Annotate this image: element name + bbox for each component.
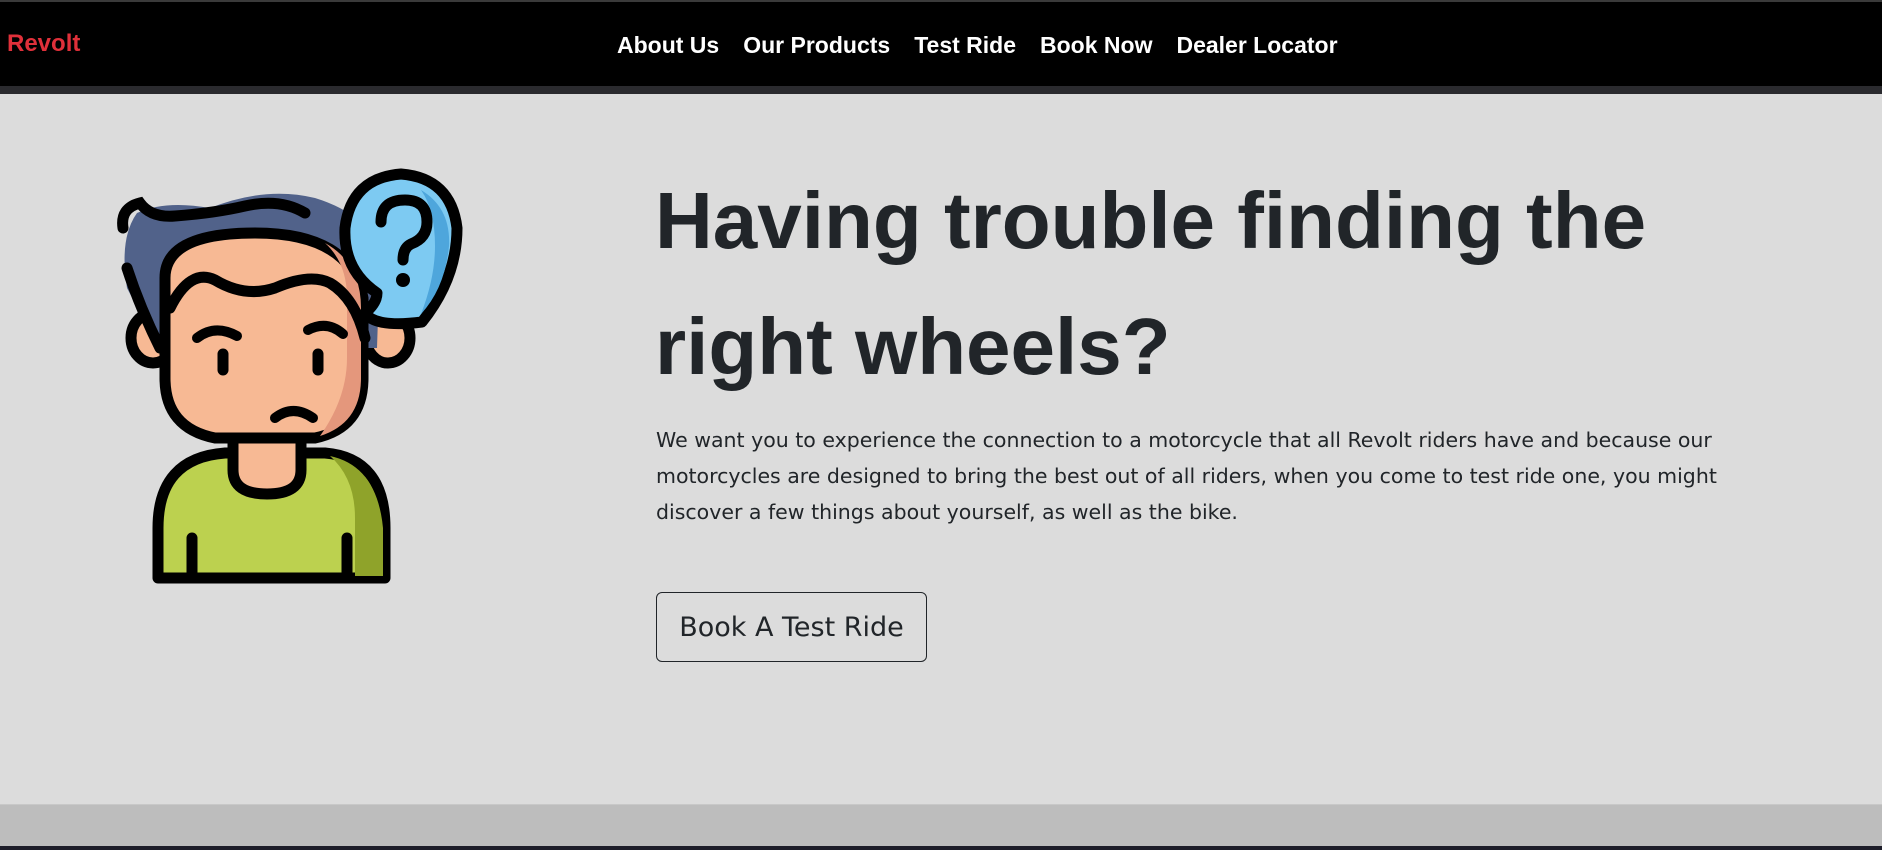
confused-person-question-icon bbox=[115, 138, 505, 588]
nav-link-our-products[interactable]: Our Products bbox=[743, 32, 890, 59]
nav-link-test-ride[interactable]: Test Ride bbox=[914, 32, 1016, 59]
footer-strip bbox=[0, 804, 1882, 847]
nav-link-book-now[interactable]: Book Now bbox=[1040, 32, 1152, 59]
nav-link-about-us[interactable]: About Us bbox=[617, 32, 719, 59]
book-test-ride-button[interactable]: Book A Test Ride bbox=[656, 592, 927, 662]
nav-link-dealer-locator[interactable]: Dealer Locator bbox=[1176, 32, 1337, 59]
page-bottom-edge bbox=[0, 846, 1882, 850]
brand-logo-link[interactable]: Revolt bbox=[7, 30, 80, 58]
top-navbar: Revolt About Us Our Products Test Ride B… bbox=[0, 0, 1882, 86]
nav-links: About Us Our Products Test Ride Book Now… bbox=[617, 32, 1338, 59]
hero-description: We want you to experience the connection… bbox=[656, 428, 1717, 524]
hero-headline: Having trouble finding the right wheels? bbox=[655, 176, 1647, 391]
navbar-divider bbox=[0, 86, 1882, 94]
